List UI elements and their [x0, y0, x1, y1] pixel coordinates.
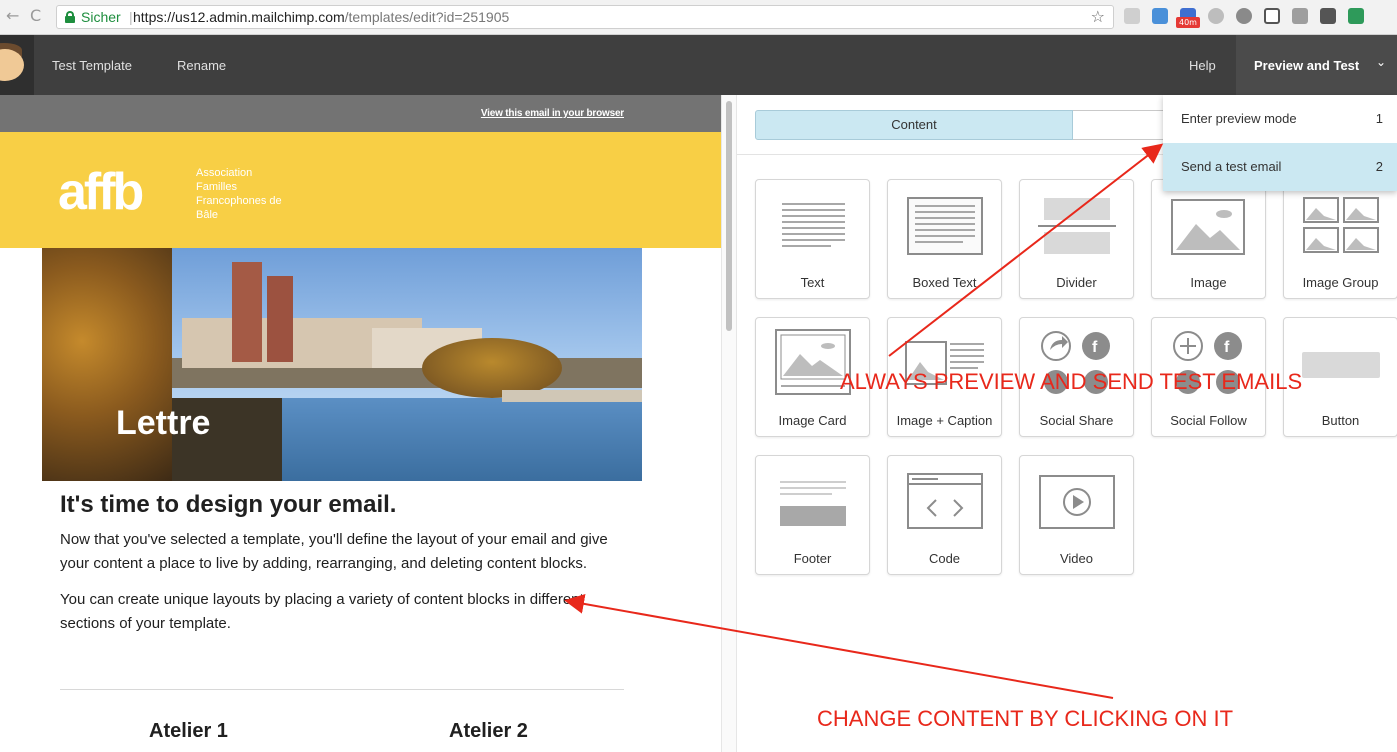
preview-and-test-button[interactable]: Preview and Test ⌄ — [1236, 35, 1397, 95]
block-label: Code — [928, 551, 961, 566]
email-paragraph: You can create unique layouts by placing… — [60, 591, 584, 632]
block-label: Video — [1059, 551, 1093, 566]
block-label: Boxed Text — [912, 275, 977, 290]
view-in-browser-link[interactable]: View this email in your browser — [481, 108, 624, 119]
eyedropper-extension-icon[interactable] — [1124, 8, 1140, 24]
atelier-heading[interactable]: Atelier 1 — [149, 720, 228, 743]
mailchimp-logo-icon[interactable] — [0, 35, 34, 95]
preview-scrollbar[interactable] — [721, 95, 737, 752]
image-card-icon — [775, 329, 851, 395]
svg-text:f: f — [1224, 339, 1230, 356]
hero-image[interactable]: Lettre — [42, 248, 642, 481]
block-label: Button — [1321, 413, 1360, 428]
divider-icon — [1038, 198, 1116, 254]
tab-design[interactable] — [1073, 110, 1173, 140]
brand-sub-line: Familles — [196, 181, 237, 193]
brand-sub-line: Bâle — [196, 209, 219, 221]
affb-logo: affb — [58, 163, 144, 221]
menu-item-send-test[interactable]: Send a test email 2 — [1163, 143, 1397, 191]
svg-text:f: f — [1092, 339, 1098, 356]
address-bar[interactable]: Sicher | https://us12.admin.mailchimp.co… — [56, 5, 1114, 29]
preview-menu: Enter preview mode 1 Send a test email 2 — [1163, 95, 1397, 191]
browser-toolbar: ← C Sicher | https://us12.admin.mailchim… — [0, 0, 1397, 35]
block-label: Image Group — [1302, 275, 1379, 290]
menu-item-shortcut: 2 — [1375, 159, 1383, 174]
image-caption-icon — [905, 341, 984, 385]
block-image-group[interactable]: Image Group — [1283, 179, 1397, 299]
social-follow-icon: f — [1173, 331, 1242, 394]
url-text: https://us12.admin.mailchimp.com/templat… — [133, 9, 509, 25]
brand-subtitle: Association Familles Francophones de Bâl… — [196, 166, 306, 222]
header-block[interactable]: affb Association Familles Francophones d… — [0, 132, 721, 248]
back-icon[interactable]: ← — [6, 6, 19, 25]
camera-extension-icon[interactable] — [1320, 8, 1336, 24]
url-path: /templates/edit?id=251905 — [344, 9, 510, 25]
evernote-extension-icon[interactable] — [1348, 8, 1364, 24]
screenshot-extension-icon[interactable] — [1264, 8, 1280, 24]
url-host: https://us12.admin.mailchimp.com — [133, 9, 345, 25]
tab-content[interactable]: Content — [755, 110, 1073, 140]
boxed-text-icon — [907, 197, 983, 255]
block-label: Image — [1190, 275, 1227, 290]
block-video[interactable]: Video — [1019, 455, 1134, 575]
block-code[interactable]: Code — [887, 455, 1002, 575]
chevron-down-icon: ⌄ — [1376, 55, 1387, 69]
reload-icon[interactable]: C — [30, 6, 41, 25]
help-link[interactable]: Help — [1189, 58, 1216, 73]
shield-extension-icon[interactable] — [1292, 8, 1308, 24]
divider — [60, 689, 624, 690]
annotation-content: CHANGE CONTENT BY CLICKING ON IT — [817, 706, 1234, 731]
secure-label: Sicher — [81, 9, 121, 25]
rename-link[interactable]: Rename — [177, 58, 226, 73]
block-boxed-text[interactable]: Boxed Text — [887, 179, 1002, 299]
button-icon — [1302, 352, 1380, 378]
bookmark-star-icon[interactable]: ☆ — [1091, 7, 1105, 26]
editor-panel: Content Text Boxed Text Divider Image Im… — [737, 95, 1397, 752]
menu-item-label: Send a test email — [1181, 159, 1282, 174]
email-preview: View this email in your browser affb Ass… — [0, 95, 721, 752]
block-label: Social Share — [1039, 413, 1114, 428]
email-paragraph: Now that you've selected a template, you… — [60, 531, 608, 572]
preheader-bar: View this email in your browser — [0, 95, 721, 132]
block-label: Image Card — [778, 413, 847, 428]
image-icon — [1171, 199, 1245, 255]
footer-icon — [780, 481, 846, 526]
menu-item-shortcut: 1 — [1375, 111, 1383, 126]
block-footer[interactable]: Footer — [755, 455, 870, 575]
email-heading: It's time to design your email. — [60, 491, 397, 518]
lock-icon — [65, 11, 75, 23]
moon-extension-icon[interactable] — [1208, 8, 1224, 24]
video-icon — [1039, 475, 1115, 529]
menu-item-enter-preview[interactable]: Enter preview mode 1 — [1163, 95, 1397, 143]
code-icon — [907, 473, 983, 529]
block-label: Footer — [793, 551, 832, 566]
block-divider[interactable]: Divider — [1019, 179, 1134, 299]
template-name-link[interactable]: Test Template — [52, 58, 132, 73]
preview-and-test-label: Preview and Test — [1254, 58, 1360, 73]
drive-extension-icon[interactable] — [1152, 8, 1168, 24]
atelier-heading[interactable]: Atelier 2 — [449, 720, 528, 743]
brand-sub-line: Association — [196, 167, 253, 179]
text-block[interactable]: It's time to design your email. Now that… — [60, 490, 625, 636]
block-image[interactable]: Image — [1151, 179, 1266, 299]
gear-extension-icon[interactable] — [1236, 8, 1252, 24]
menu-item-label: Enter preview mode — [1181, 111, 1297, 126]
block-label: Image + Caption — [896, 413, 993, 428]
block-label: Social Follow — [1170, 413, 1247, 428]
hero-title: Lettre — [116, 404, 211, 442]
annotation-preview: ALWAYS PREVIEW AND SEND TEST EMAILS — [840, 369, 1303, 394]
text-block-icon — [782, 203, 845, 247]
brand-sub-line: Francophones de — [196, 195, 282, 207]
block-label: Text — [800, 275, 825, 290]
block-text[interactable]: Text — [755, 179, 870, 299]
extension-badge: 40m — [1176, 17, 1200, 28]
app-header: Test Template Rename Help Preview and Te… — [0, 35, 1397, 95]
social-share-icon: f — [1041, 331, 1110, 394]
scroll-thumb[interactable] — [726, 101, 732, 331]
image-group-icon — [1303, 197, 1379, 253]
block-label: Divider — [1056, 275, 1097, 290]
